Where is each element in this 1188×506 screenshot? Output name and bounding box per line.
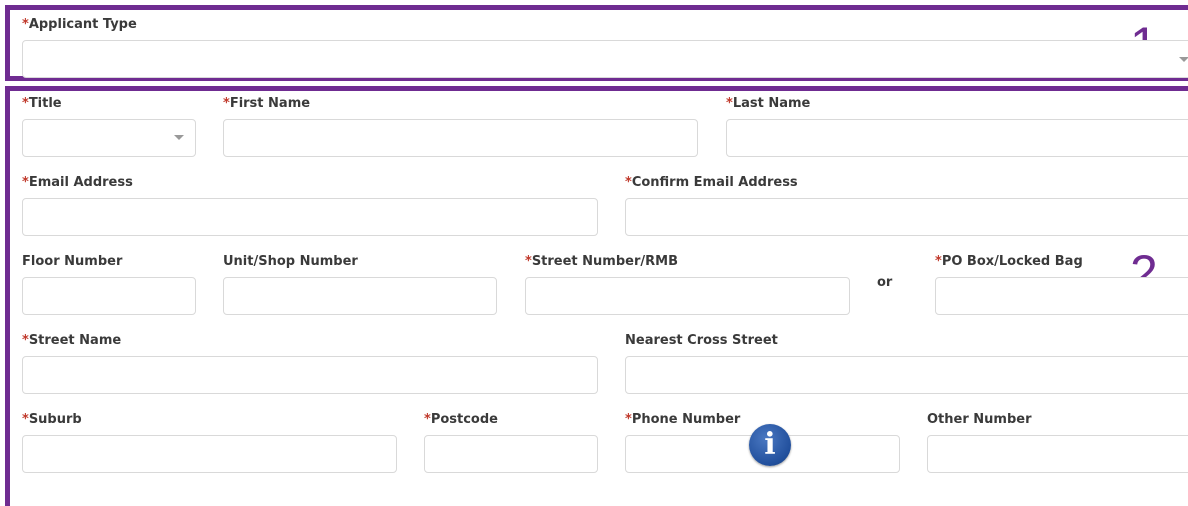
required-marker: * <box>625 412 632 427</box>
required-marker: * <box>625 175 632 190</box>
po-box-input[interactable] <box>935 277 1188 315</box>
suburb-label-text: Suburb <box>28 412 82 427</box>
required-marker: * <box>525 254 532 269</box>
required-marker: * <box>424 412 431 427</box>
required-marker: * <box>22 175 29 190</box>
email-label: *Email Address <box>22 175 133 191</box>
floor-number-input[interactable] <box>22 277 196 315</box>
required-marker: * <box>22 96 29 111</box>
po-box-label: *PO Box/Locked Bag <box>935 254 1083 270</box>
first-name-input[interactable] <box>223 119 698 157</box>
applicant-type-label: *Applicant Type <box>22 17 137 33</box>
title-label-text: Title <box>28 96 62 111</box>
chevron-down-icon[interactable] <box>1179 57 1188 62</box>
applicant-type-label-text: Applicant Type <box>28 17 137 32</box>
required-marker: * <box>726 96 733 111</box>
postcode-input[interactable] <box>424 435 598 473</box>
unit-shop-number-input[interactable] <box>223 277 497 315</box>
or-separator: or <box>877 275 893 290</box>
po-box-label-text: PO Box/Locked Bag <box>941 254 1083 269</box>
suburb-input[interactable] <box>22 435 397 473</box>
nearest-cross-street-label: Nearest Cross Street <box>625 333 778 348</box>
nearest-cross-street-input[interactable] <box>625 356 1188 394</box>
info-icon[interactable]: i <box>749 424 791 466</box>
suburb-label: *Suburb <box>22 412 82 428</box>
postcode-label: *Postcode <box>424 412 498 428</box>
other-number-input[interactable] <box>927 435 1188 473</box>
street-number-input[interactable] <box>525 277 850 315</box>
street-name-input[interactable] <box>22 356 598 394</box>
email-input[interactable] <box>22 198 598 236</box>
last-name-input[interactable] <box>726 119 1188 157</box>
street-number-label: *Street Number/RMB <box>525 254 678 270</box>
first-name-label-text: First Name <box>229 96 311 111</box>
title-select[interactable] <box>22 119 196 157</box>
other-number-label: Other Number <box>927 412 1032 427</box>
last-name-label-text: Last Name <box>732 96 811 111</box>
required-marker: * <box>22 333 29 348</box>
required-marker: * <box>22 17 29 32</box>
street-number-label-text: Street Number/RMB <box>531 254 678 269</box>
confirm-email-label: *Confirm Email Address <box>625 175 798 191</box>
floor-number-label: Floor Number <box>22 254 123 269</box>
last-name-label: *Last Name <box>726 96 810 112</box>
postcode-label-text: Postcode <box>430 412 498 427</box>
required-marker: * <box>22 412 29 427</box>
confirm-email-input[interactable] <box>625 198 1188 236</box>
phone-number-label-text: Phone Number <box>631 412 741 427</box>
first-name-label: *First Name <box>223 96 310 112</box>
email-label-text: Email Address <box>28 175 133 190</box>
title-label: *Title <box>22 96 62 112</box>
confirm-email-label-text: Confirm Email Address <box>631 175 798 190</box>
required-marker: * <box>223 96 230 111</box>
required-marker: * <box>935 254 942 269</box>
applicant-type-select[interactable] <box>22 40 1188 78</box>
chevron-down-icon[interactable] <box>174 135 184 140</box>
phone-number-label: *Phone Number <box>625 412 740 428</box>
unit-shop-number-label: Unit/Shop Number <box>223 254 358 269</box>
street-name-label: *Street Name <box>22 333 121 349</box>
street-name-label-text: Street Name <box>28 333 122 348</box>
